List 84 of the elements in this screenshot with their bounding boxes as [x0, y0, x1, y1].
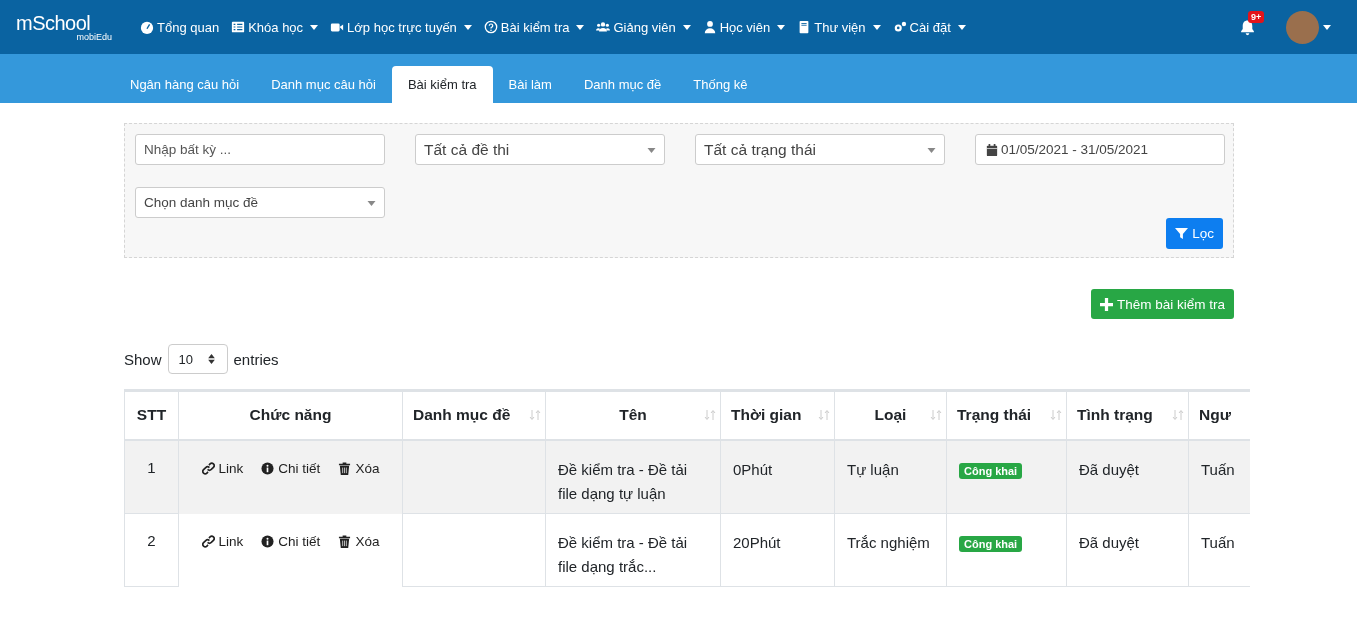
- sort-icon: [704, 409, 716, 421]
- sort-icon: [529, 409, 541, 421]
- sort-icon: [1050, 409, 1062, 421]
- nav-item[interactable]: Cài đặt: [886, 19, 972, 35]
- nav-item[interactable]: Học viên: [696, 19, 792, 35]
- question-circle-icon: [483, 20, 498, 34]
- column-header[interactable]: Trạng thái: [946, 391, 1067, 440]
- table-cell: Đề kiểm tra - Đề tải file dạng tự luận: [545, 439, 721, 514]
- link-icon: [201, 535, 215, 548]
- gears-icon: [892, 20, 907, 34]
- table-cell: Đã duyệt: [1066, 439, 1189, 514]
- gauge-icon: [140, 20, 154, 34]
- column-header[interactable]: Tình trạng: [1066, 391, 1189, 440]
- status-badge: Công khai: [959, 462, 1023, 479]
- bell-icon[interactable]: [1239, 18, 1256, 36]
- table-cell: Trắc nghiệm: [834, 513, 947, 587]
- sort-icon: [1172, 409, 1184, 421]
- action-link[interactable]: Chi tiết: [261, 531, 321, 552]
- up-down-arrows-icon: [207, 354, 215, 364]
- info-icon: [261, 462, 275, 475]
- logo-subtext: mobiEdu: [76, 32, 112, 42]
- action-link[interactable]: Chi tiết: [261, 458, 321, 479]
- caret-icon: [682, 24, 691, 30]
- plus-icon: [1099, 297, 1113, 311]
- column-header: Chức năng: [178, 391, 403, 440]
- table-cell: Đã duyệt: [1066, 513, 1189, 587]
- date-range-field[interactable]: 01/05/2021 - 31/05/2021: [975, 134, 1225, 165]
- table-cell: Tuấn: [1188, 439, 1250, 514]
- table-cell: 2: [124, 513, 179, 587]
- calendar-icon: [986, 142, 998, 157]
- action-link[interactable]: Xóa: [338, 531, 380, 552]
- caret-icon: [463, 24, 472, 30]
- caret-icon: [367, 201, 376, 206]
- users-icon: [596, 20, 611, 34]
- caret-icon: [310, 24, 319, 30]
- status-select[interactable]: Tất cả trạng thái: [695, 134, 945, 165]
- trash-icon: [338, 535, 352, 548]
- action-link[interactable]: Link: [201, 458, 244, 479]
- column-header[interactable]: Thời gian: [720, 391, 835, 440]
- show-label: Show: [124, 350, 162, 368]
- filter-button[interactable]: Lọc: [1166, 218, 1223, 249]
- caret-icon: [957, 24, 966, 30]
- column-header[interactable]: Danh mục đề: [402, 391, 546, 440]
- info-icon: [261, 535, 275, 548]
- action-link[interactable]: Xóa: [338, 458, 380, 479]
- list-icon: [231, 20, 246, 34]
- nav-item[interactable]: Lớp học trực tuyến: [324, 19, 478, 35]
- caret-icon: [576, 24, 585, 30]
- action-link[interactable]: Link: [201, 531, 244, 552]
- table-cell: Tự luận: [834, 439, 947, 514]
- search-field[interactable]: Nhập bất kỳ ...: [135, 134, 385, 165]
- logo[interactable]: mSchool mobiEdu: [0, 12, 134, 42]
- column-header[interactable]: Loại: [834, 391, 947, 440]
- nav-item[interactable]: Bài kiểm tra: [477, 19, 591, 35]
- caret-icon: [777, 24, 786, 30]
- column-header: STT: [124, 391, 179, 440]
- table-cell: Đề kiểm tra - Đề tải file dạng trắc...: [545, 513, 721, 587]
- table-cell: 0Phút: [720, 439, 835, 514]
- logo-text: mSchool: [16, 12, 91, 33]
- nav-item[interactable]: Tổng quan: [134, 19, 226, 35]
- exam-select[interactable]: Tất cả đề thi: [415, 134, 665, 165]
- filter-icon: [1175, 227, 1189, 240]
- nav-item[interactable]: Thư viện: [791, 19, 887, 35]
- caret-icon: [927, 148, 936, 153]
- column-header: Ngư: [1188, 391, 1250, 440]
- user-icon: [702, 20, 717, 34]
- sort-icon: [930, 409, 942, 421]
- tab[interactable]: Bài kiểm tra: [391, 66, 493, 103]
- column-header[interactable]: Tên: [545, 391, 721, 440]
- notification-badge: 9+: [1248, 10, 1265, 23]
- category-select[interactable]: Chọn danh mục đề: [135, 187, 385, 218]
- caret-icon[interactable]: [1323, 24, 1331, 30]
- table-cell: 20Phút: [720, 513, 835, 587]
- caret-icon: [647, 148, 656, 153]
- nav-item[interactable]: Giảng viên: [590, 19, 697, 35]
- caret-icon: [872, 24, 881, 30]
- sort-icon: [818, 409, 830, 421]
- entries-label: entries: [233, 350, 279, 368]
- entries-select[interactable]: 10: [167, 344, 228, 374]
- nav-item[interactable]: Khóa học: [225, 19, 325, 35]
- table-cell: 1: [124, 439, 179, 514]
- link-icon: [201, 462, 215, 475]
- trash-icon: [338, 462, 352, 475]
- status-badge: Công khai: [959, 536, 1023, 552]
